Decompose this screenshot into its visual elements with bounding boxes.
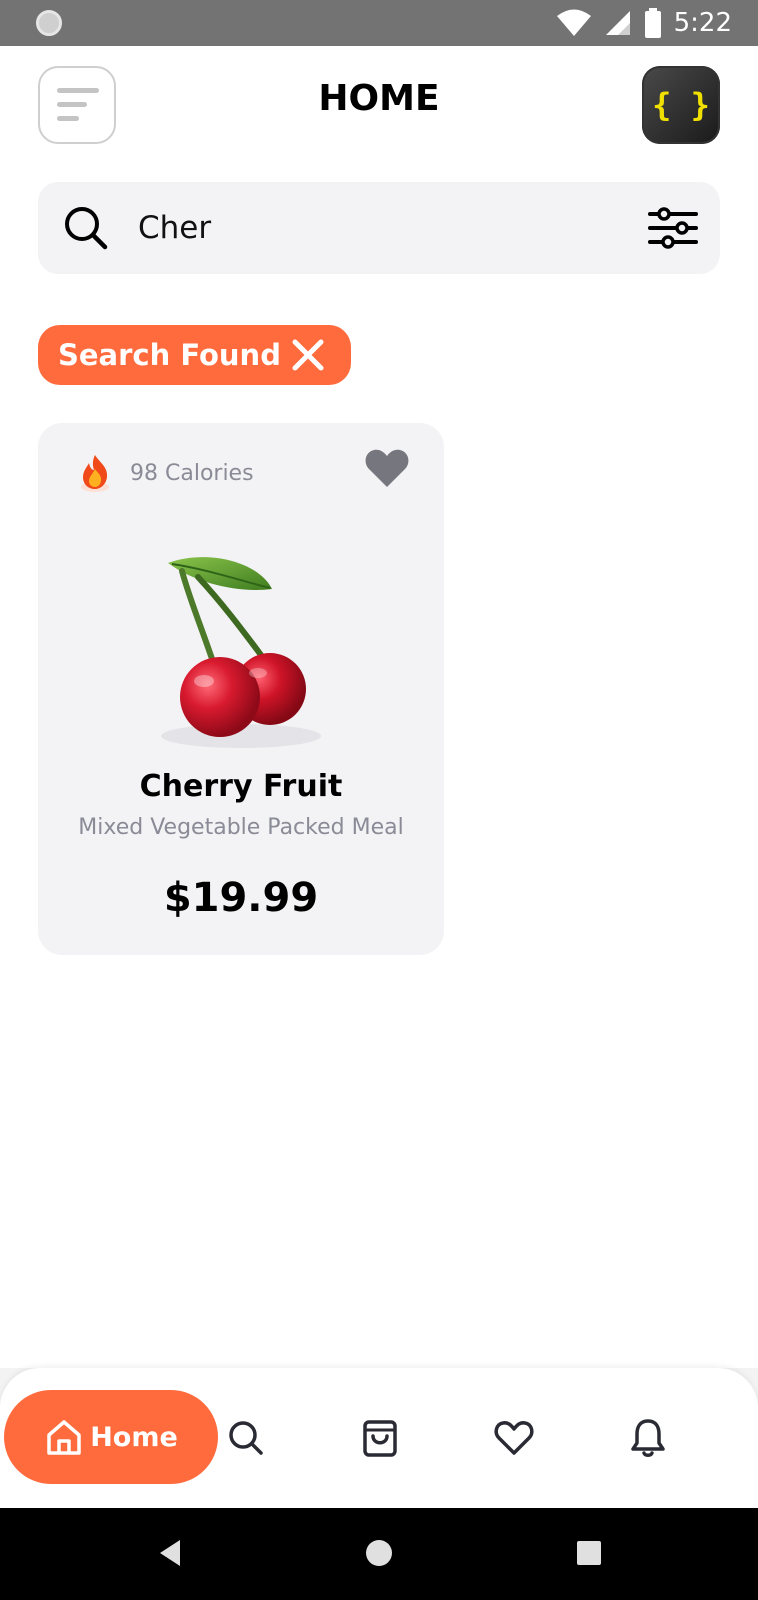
- product-price: $19.99: [163, 875, 319, 921]
- close-icon[interactable]: [291, 338, 325, 372]
- nav-notifications-button[interactable]: [626, 1416, 670, 1460]
- heart-icon: [494, 1421, 534, 1455]
- recents-icon[interactable]: [575, 1538, 603, 1568]
- fire-icon: [81, 455, 109, 492]
- status-bar: 5:22: [0, 0, 758, 46]
- nav-home-label: Home: [90, 1421, 178, 1453]
- home-icon: [47, 1420, 81, 1455]
- wifi-icon: [556, 9, 591, 36]
- favorite-heart-icon[interactable]: [364, 447, 410, 489]
- shopping-bag-icon: [363, 1420, 397, 1457]
- nav-home-button[interactable]: Home: [4, 1390, 218, 1484]
- search-bar: [38, 182, 720, 274]
- nav-cart-button[interactable]: [358, 1416, 402, 1460]
- status-time: 5:22: [673, 8, 732, 38]
- calories-label: 98 Calories: [130, 461, 254, 486]
- search-found-chip[interactable]: Search Found: [38, 325, 351, 385]
- avatar-text: { }: [652, 86, 710, 124]
- battery-icon: [644, 8, 661, 38]
- avatar[interactable]: { }: [642, 66, 720, 144]
- product-card[interactable]: 98 Calories Cherry Fruit Mixed Vegetable…: [38, 423, 444, 955]
- filter-icon[interactable]: [648, 206, 698, 250]
- nav-search-button[interactable]: [224, 1416, 268, 1460]
- nav-favorites-button[interactable]: [492, 1416, 536, 1460]
- notification-dot-icon: [36, 10, 62, 36]
- bottom-nav: Home: [0, 1368, 758, 1508]
- back-icon[interactable]: [156, 1538, 184, 1568]
- bell-icon: [631, 1419, 665, 1457]
- product-name: Cherry Fruit: [139, 769, 343, 804]
- chip-label: Search Found: [58, 338, 281, 372]
- search-input[interactable]: [138, 200, 608, 256]
- product-description: Mixed Vegetable Packed Meal: [78, 815, 404, 840]
- search-icon: [65, 207, 108, 250]
- system-nav-bar: [0, 1508, 758, 1600]
- home-circle-icon[interactable]: [365, 1538, 393, 1568]
- cell-signal-icon: [605, 11, 630, 35]
- cherry-image: [161, 557, 321, 748]
- search-icon: [229, 1421, 263, 1455]
- status-icons: 5:22: [556, 0, 732, 46]
